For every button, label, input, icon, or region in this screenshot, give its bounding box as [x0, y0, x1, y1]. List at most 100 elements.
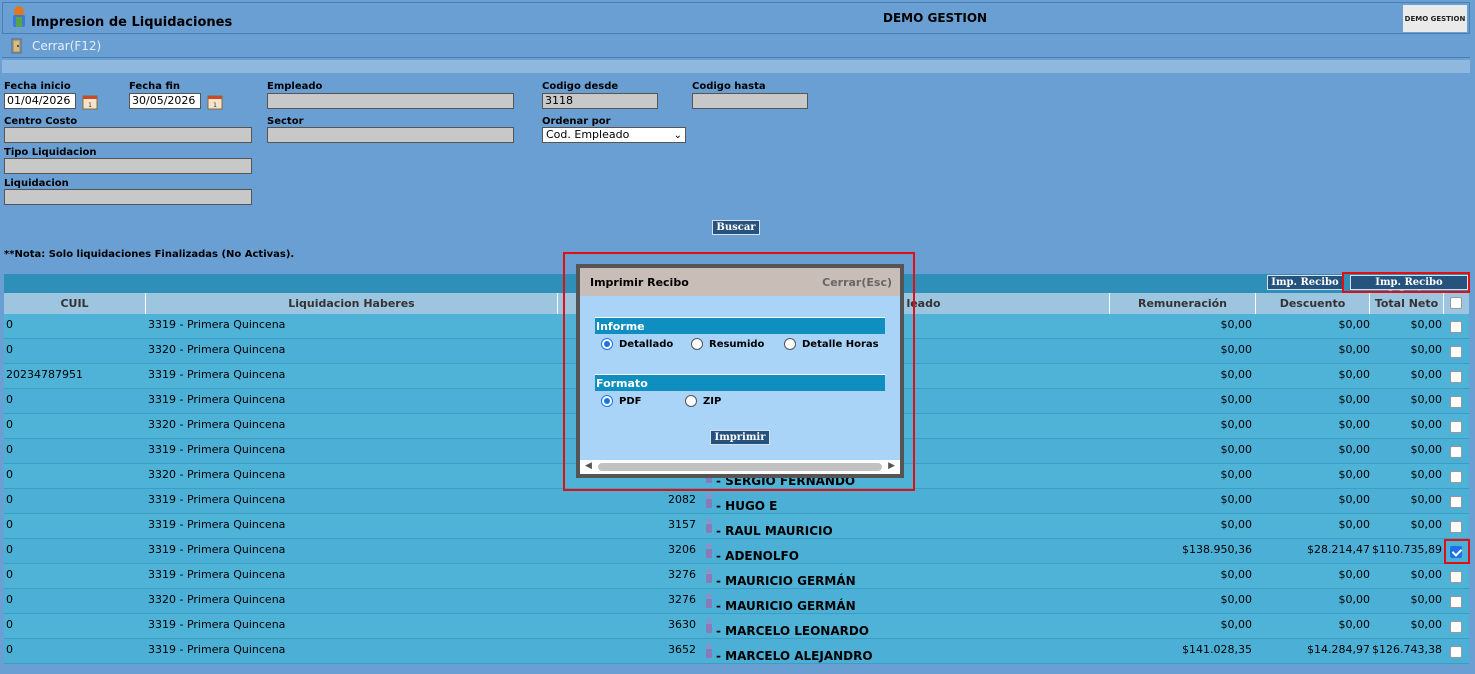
table-row[interactable]: 0 3319 - Primera Quincena 3157 - RAUL MAURI…	[4, 514, 1469, 539]
cell-empleado: - MARCELO LEONARDO	[704, 618, 869, 638]
fecha-inicio-label: Fecha inicio	[4, 81, 71, 92]
cell-total-neto: $0,00	[1410, 518, 1443, 531]
cell-total-neto: $0,00	[1410, 418, 1443, 431]
row-checkbox[interactable]	[1450, 496, 1462, 508]
dialog-scrollbar[interactable]: ◀ ▶	[580, 460, 900, 474]
cell-descuento: $0,00	[1338, 568, 1371, 581]
col-descuento[interactable]: Descuento	[1256, 293, 1370, 314]
ordenar-por-select[interactable]: Cod. Empleado ⌄	[542, 127, 686, 143]
table-row[interactable]: 0 3319 - Primera Quincena 2082 - HUGO E $0,0…	[4, 489, 1469, 514]
ordenar-por-value: Cod. Empleado	[546, 128, 630, 141]
close-button[interactable]: Cerrar(F12)	[32, 39, 101, 53]
calendar-icon[interactable]: 1	[206, 93, 224, 111]
radio-label: Detallado	[619, 339, 674, 350]
cell-empleado: - MAURICIO GERMÁN	[704, 568, 856, 588]
col-remuneracion[interactable]: Remuneración	[1110, 293, 1256, 314]
cell-remuneracion: $0,00	[1220, 443, 1253, 456]
toolbar: Cerrar(F12)	[2, 35, 1470, 58]
codigo-desde-input[interactable]: 3118	[542, 93, 658, 109]
col-cuil[interactable]: CUIL	[4, 293, 146, 314]
radio-zip[interactable]: ZIP	[685, 395, 721, 407]
cell-liquidacion: 3319 - Primera Quincena	[148, 318, 286, 331]
chevron-down-icon: ⌄	[673, 130, 682, 141]
cell-total-neto: $110.735,89	[1372, 543, 1442, 556]
calendar-icon[interactable]: 1	[81, 93, 99, 111]
cell-remuneracion: $0,00	[1220, 343, 1253, 356]
person-icon	[706, 643, 712, 658]
person-icon	[706, 493, 712, 508]
cell-cuil: 0	[6, 493, 13, 506]
row-checkbox[interactable]	[1450, 346, 1462, 358]
radio-pdf[interactable]: PDF	[601, 395, 641, 407]
row-checkbox[interactable]	[1450, 596, 1462, 608]
cell-total-neto: $0,00	[1410, 368, 1443, 381]
dialog-close-button[interactable]: Cerrar(Esc)	[822, 276, 892, 289]
row-checkbox[interactable]	[1450, 571, 1462, 583]
employee-name: - RAUL MAURICIO	[716, 524, 833, 538]
page-title: Impresion de Liquidaciones	[31, 15, 233, 30]
tipo-liquidacion-input[interactable]	[4, 158, 252, 174]
row-checkbox[interactable]	[1450, 521, 1462, 533]
cell-liquidacion: 3320 - Primera Quincena	[148, 343, 286, 356]
row-checkbox[interactable]	[1450, 421, 1462, 433]
cell-total-neto: $0,00	[1410, 343, 1443, 356]
row-checkbox[interactable]	[1450, 446, 1462, 458]
radio-label: Resumido	[709, 339, 765, 350]
radio-detallado[interactable]: Detallado	[601, 338, 673, 350]
table-row[interactable]: 0 3320 - Primera Quincena 3276 - MAURICIO G…	[4, 589, 1469, 614]
col-liquidacion[interactable]: Liquidacion Haberes	[146, 293, 558, 314]
cell-liquidacion: 3319 - Primera Quincena	[148, 393, 286, 406]
col-total-neto[interactable]: Total Neto	[1370, 293, 1444, 314]
scroll-thumb[interactable]	[598, 463, 882, 471]
codigo-hasta-input[interactable]	[692, 93, 808, 109]
cell-liquidacion: 3319 - Primera Quincena	[148, 493, 286, 506]
sector-input[interactable]	[267, 127, 514, 143]
buscar-button[interactable]: Buscar	[712, 220, 760, 235]
radio-resumido[interactable]: Resumido	[691, 338, 764, 350]
row-checkbox[interactable]	[1450, 621, 1462, 633]
person-icon	[706, 543, 712, 558]
scroll-left-icon[interactable]: ◀	[585, 461, 592, 471]
cell-descuento: $28.214,47	[1307, 543, 1370, 556]
row-checkbox[interactable]	[1450, 321, 1462, 333]
cell-empleado: - RAUL MAURICIO	[704, 518, 833, 538]
cell-emp-code: 3206	[668, 543, 696, 556]
select-all-checkbox[interactable]	[1450, 297, 1462, 309]
cell-cuil: 0	[6, 418, 13, 431]
cell-liquidacion: 3319 - Primera Quincena	[148, 568, 286, 581]
cell-total-neto: $0,00	[1410, 593, 1443, 606]
radio-detalle-horas[interactable]: Detalle Horas	[784, 338, 879, 350]
imprimir-button[interactable]: Imprimir	[710, 430, 770, 445]
cell-total-neto: $126.743,38	[1372, 643, 1442, 656]
imp-recibo-button[interactable]: Imp. Recibo	[1267, 275, 1343, 290]
radio-label: ZIP	[703, 396, 722, 407]
door-close-icon[interactable]	[10, 38, 24, 54]
radio-dot	[784, 338, 796, 350]
row-checkbox[interactable]	[1450, 646, 1462, 658]
cell-emp-code: 3157	[668, 518, 696, 531]
cell-empleado: - ADENOLFO	[704, 543, 799, 563]
liquidacion-input[interactable]	[4, 189, 252, 205]
employee-name: - MARCELO LEONARDO	[716, 624, 870, 638]
table-row[interactable]: 0 3319 - Primera Quincena 3652 - MARCELO AL…	[4, 639, 1469, 664]
cell-liquidacion: 3319 - Primera Quincena	[148, 543, 286, 556]
fecha-fin-input[interactable]: 30/05/2026	[129, 93, 201, 109]
row-checkbox[interactable]	[1450, 471, 1462, 483]
cell-liquidacion: 3320 - Primera Quincena	[148, 418, 286, 431]
cell-cuil: 20234787951	[6, 368, 83, 381]
cell-empleado: - MARCELO ALEJANDRO	[704, 643, 873, 663]
empleado-input[interactable]	[267, 93, 514, 109]
cell-descuento: $0,00	[1338, 318, 1371, 331]
row-checkbox[interactable]	[1450, 396, 1462, 408]
radio-dot	[691, 338, 703, 350]
fecha-inicio-input[interactable]: 01/04/2026	[4, 93, 76, 109]
row-checkbox[interactable]	[1450, 371, 1462, 383]
table-row[interactable]: 0 3319 - Primera Quincena 3630 - MARCELO LE…	[4, 614, 1469, 639]
scroll-right-icon[interactable]: ▶	[888, 461, 895, 471]
cell-cuil: 0	[6, 518, 13, 531]
cell-remuneracion: $0,00	[1220, 593, 1253, 606]
centro-costo-input[interactable]	[4, 127, 252, 143]
table-row[interactable]: 0 3319 - Primera Quincena 3276 - MAURICIO G…	[4, 564, 1469, 589]
cell-liquidacion: 3319 - Primera Quincena	[148, 518, 286, 531]
table-row[interactable]: 0 3319 - Primera Quincena 3206 - ADENOLFO $1…	[4, 539, 1469, 564]
